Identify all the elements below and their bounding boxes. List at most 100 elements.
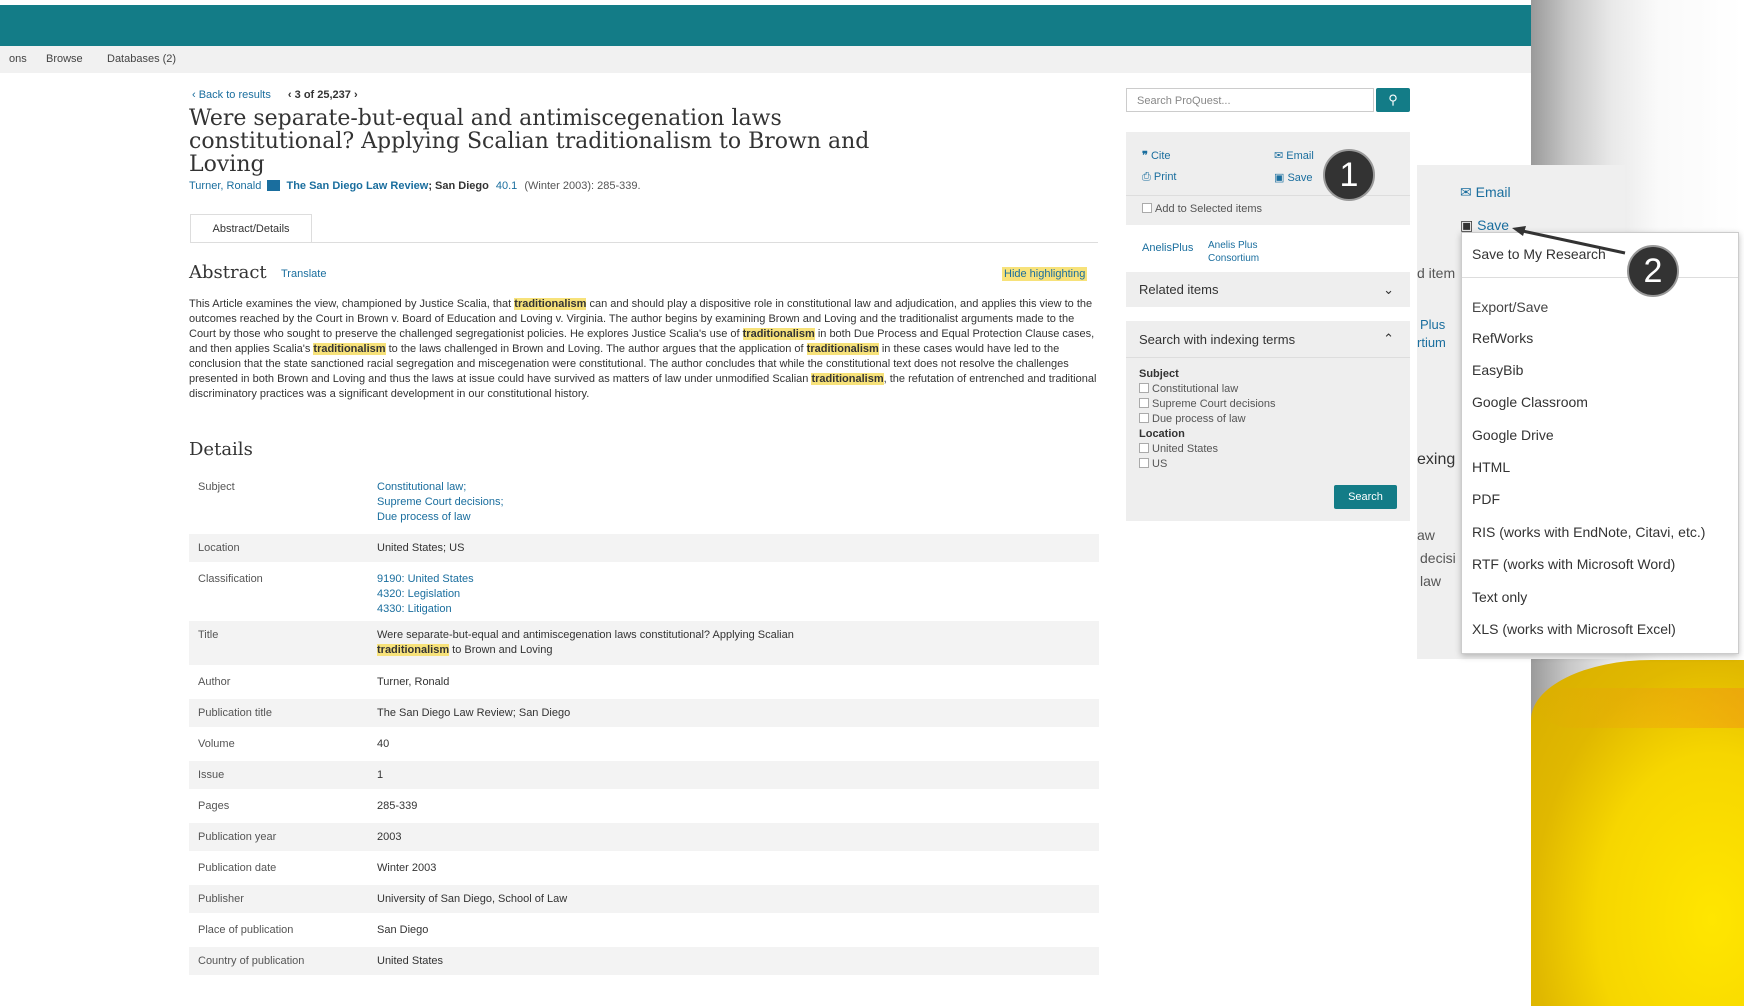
classification-link[interactable]: 4330: Litigation (377, 602, 1077, 617)
details-row-title: Title Were separate-but-equal and antimi… (189, 621, 1099, 665)
menu-item-pdf[interactable]: PDF (1472, 491, 1500, 507)
menu-item-ris[interactable]: RIS (works with EndNote, Citavi, etc.) (1472, 524, 1705, 540)
menu-item-google-drive[interactable]: Google Drive (1472, 427, 1554, 443)
row-label: Place of publication (198, 924, 294, 936)
chevron-down-icon: ⌄ (1383, 282, 1394, 297)
term-label: United States (1152, 443, 1219, 455)
journal-icon (267, 180, 281, 191)
highlight-term: traditionalism (377, 644, 450, 656)
abstract-part: to the laws challenged in Brown and Lovi… (385, 343, 807, 355)
add-selected-label: Add to Selected items (1155, 203, 1263, 215)
related-items-label: Related items (1139, 282, 1219, 297)
zoom-fragment: rtium (1417, 335, 1446, 350)
tab-abstract-details[interactable]: Abstract/Details (190, 214, 312, 243)
term-checkbox[interactable]: US (1139, 458, 1167, 470)
location-heading: Location (1139, 428, 1185, 440)
menu-item-refworks[interactable]: RefWorks (1472, 330, 1533, 346)
email-button[interactable]: ✉ Email (1274, 149, 1314, 162)
menu-item-easybib[interactable]: EasyBib (1472, 362, 1523, 378)
save-label: Save (1287, 172, 1313, 184)
anelis-sub[interactable]: Anelis Plus (1208, 240, 1257, 251)
email-label: Email (1286, 150, 1314, 162)
menu-item-html[interactable]: HTML (1472, 459, 1510, 475)
term-label: Due process of law (1152, 413, 1246, 425)
nav-bar: ons Browse Databases (2) (0, 46, 1531, 73)
details-row-location: Location United States; US (189, 534, 1099, 562)
zoom-fragment: law (1420, 573, 1442, 589)
subject-link[interactable]: Constitutional law; (377, 480, 1077, 495)
classification-link[interactable]: 9190: United States (377, 572, 1077, 587)
pubyear-value: 2003 (377, 831, 402, 843)
details-row-place: Place of publication San Diego (189, 913, 1099, 947)
row-label: Country of publication (198, 955, 305, 967)
volume-issue-link[interactable]: 40.1 (496, 180, 517, 192)
pages-value: 285-339 (377, 800, 418, 812)
details-table: Subject Constitutional law; Supreme Cour… (189, 468, 1099, 975)
term-checkbox[interactable]: Due process of law (1139, 413, 1246, 425)
author-value-link[interactable]: Turner, Ronald (377, 675, 1077, 690)
details-row-publication-title: Publication title The San Diego Law Revi… (189, 699, 1099, 727)
translate-link[interactable]: Translate (281, 268, 326, 280)
print-icon: ⎙ (1142, 171, 1151, 183)
nav-item-databases[interactable]: Databases (2) (107, 53, 176, 65)
title-value-suffix: to Brown and Loving (449, 644, 553, 656)
term-checkbox[interactable]: Supreme Court decisions (1139, 398, 1276, 410)
row-label: Publisher (198, 893, 244, 905)
search-button[interactable]: ⚲ (1376, 88, 1410, 112)
subject-link[interactable]: Due process of law (377, 510, 1077, 525)
anelis-sub[interactable]: Consortium (1208, 253, 1259, 264)
article-title: Were separate-but-equal and antimiscegen… (189, 106, 870, 177)
row-label: Classification (198, 573, 263, 585)
search-input[interactable]: Search ProQuest... (1126, 88, 1374, 112)
term-label: US (1152, 458, 1168, 470)
classification-link[interactable]: 4320: Legislation (377, 587, 1077, 602)
anelis-link[interactable]: AnelisPlus (1142, 242, 1193, 254)
menu-item-google-classroom[interactable]: Google Classroom (1472, 394, 1588, 410)
menu-divider (1462, 277, 1738, 278)
author-link[interactable]: Turner, Ronald (189, 180, 261, 192)
publication-title-link[interactable]: The San Diego Law Review; San Diego (377, 706, 1077, 721)
term-checkbox[interactable]: Constitutional law (1139, 383, 1238, 395)
save-button[interactable]: ▣ Save (1274, 171, 1313, 184)
details-row-issue: Issue 1 (189, 761, 1099, 789)
print-button[interactable]: ⎙ Print (1142, 171, 1177, 184)
zoom-fragment: Plus (1420, 317, 1446, 332)
callout-badge-2: 2 (1627, 245, 1679, 297)
zoom-email-item[interactable]: ✉ Email (1460, 184, 1511, 201)
details-heading: Details (189, 439, 253, 460)
envelope-icon: ✉ (1274, 150, 1284, 162)
menu-item-xls[interactable]: XLS (works with Microsoft Excel) (1472, 621, 1676, 637)
zoom-email-label: Email (1475, 184, 1511, 200)
hide-highlighting-link[interactable]: Hide highlighting (1002, 267, 1088, 281)
checkbox-icon (1142, 203, 1152, 213)
save-dropdown-menu: Save to My Research Export/Save RefWorks… (1461, 232, 1739, 654)
add-to-selected-checkbox[interactable]: Add to Selected items (1142, 203, 1262, 215)
details-row-publication-date: Publication date Winter 2003 (189, 851, 1099, 885)
subject-link[interactable]: Supreme Court decisions; (377, 495, 1077, 510)
cite-button[interactable]: ❞ Cite (1142, 149, 1171, 162)
back-to-results-link[interactable]: ‹ Back to results (192, 89, 271, 101)
issue-value: 1 (377, 769, 384, 781)
details-row-country: Country of publication United States (189, 947, 1099, 975)
indexing-label[interactable]: Search with indexing terms (1139, 332, 1295, 347)
divider (1126, 195, 1410, 196)
term-checkbox[interactable]: United States (1139, 443, 1218, 455)
location-link[interactable]: United States; US (377, 541, 1077, 556)
menu-item-text-only[interactable]: Text only (1472, 589, 1527, 605)
publication-link[interactable]: The San Diego Law Review (286, 180, 428, 192)
place-value: San Diego (377, 924, 429, 936)
indexing-search-button[interactable]: Search (1334, 485, 1397, 509)
chevron-up-icon[interactable]: ⌃ (1383, 331, 1394, 347)
menu-item-rtf[interactable]: RTF (works with Microsoft Word) (1472, 556, 1675, 572)
nav-item-browse[interactable]: Browse (46, 53, 83, 65)
next-result-icon[interactable]: › (354, 89, 358, 101)
nav-item-publications[interactable]: ons (9, 53, 27, 65)
volume-value: 40 (377, 738, 390, 750)
callout-badge-1: 1 (1323, 149, 1375, 201)
top-header-bar (0, 5, 1531, 46)
details-row-subject: Subject Constitutional law; Supreme Cour… (189, 468, 1099, 534)
row-label: Author (198, 676, 231, 688)
related-items-section[interactable]: Related items ⌄ (1126, 272, 1410, 307)
details-row-classification: Classification 9190: United States 4320:… (189, 562, 1099, 621)
prev-result-icon[interactable]: ‹ (288, 89, 292, 101)
